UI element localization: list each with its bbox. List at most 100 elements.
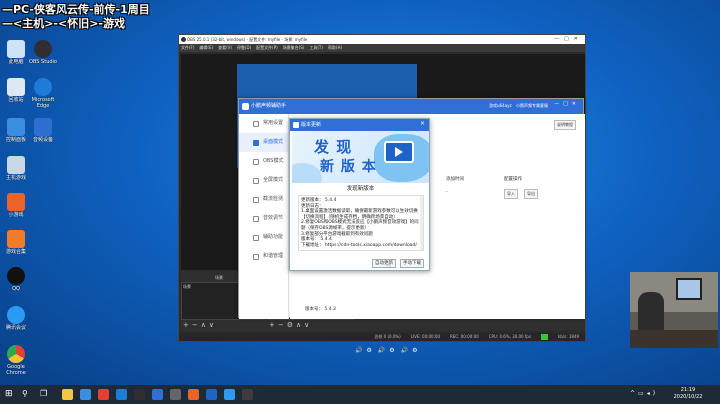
webcam-feed	[630, 272, 718, 348]
taskbar: ⊞ ⚲ ❐ ^▭◂) 21:19 2020/10/22	[0, 385, 720, 404]
menu-view[interactable]: 查看(V)	[218, 44, 232, 52]
game-icon	[7, 193, 25, 211]
account-name[interactable]: 游戏u64ayz	[489, 103, 512, 109]
changelog-scrollbar[interactable]	[420, 196, 423, 250]
gear-icon[interactable]: ⚙	[366, 347, 371, 354]
changelog[interactable]: 更新版本： 5.4.4 更新日志： 1.桌面设置激活数据读取，确保最新游戏参数可…	[298, 195, 424, 251]
sources-toolbar[interactable]: +−⚙∧∨	[269, 321, 312, 329]
column-add-time: 添加时间	[446, 177, 464, 182]
update-dialog: 版本更新 × 发 现 新 版 本 发现新版本 更新版本： 5.4.4 更新日志：…	[289, 118, 430, 271]
tutorial-button[interactable]: 说明教程	[554, 120, 576, 130]
app-logo-icon	[242, 103, 249, 110]
taskbar-app-icon[interactable]	[188, 389, 199, 400]
search-icon[interactable]: ⚲	[22, 389, 28, 398]
dropped-frames: 丢帧 0 (0.0%)	[374, 334, 401, 339]
overlay-line-2: —<主机>-<怀旧>-游戏	[2, 17, 125, 30]
obs-icon	[34, 40, 52, 58]
import-button[interactable]: 导入	[504, 189, 518, 199]
gear-icon[interactable]: ⚙	[389, 347, 394, 354]
app-sidebar: 常用设置 桌面模式 OBS模式 全屏模式 截流检测 音效调节 辅助功能 和谐管理	[239, 114, 289, 319]
desktop-icon-obs[interactable]: OBS Studio	[27, 40, 59, 65]
windows-start-icon[interactable]: ⊞	[5, 389, 13, 399]
chrome-icon	[7, 345, 25, 363]
obs-icon[interactable]	[134, 389, 145, 400]
menu-scene-collection[interactable]: 场景集合(S)	[283, 44, 305, 52]
hand-cursor-icon: ☝	[386, 261, 391, 270]
overlay-line-1: —PC-侠客风云传-前传-1周目	[2, 3, 150, 16]
nav-harmony[interactable]: 和谐管理	[239, 247, 288, 266]
nav-audio-adjust[interactable]: 音效调节	[239, 209, 288, 228]
nav-fullscreen-mode[interactable]: 全屏模式	[239, 171, 288, 190]
menu-help[interactable]: 帮助(H)	[328, 44, 342, 52]
menu-dock[interactable]: 停靠(D)	[237, 44, 251, 52]
window-controls[interactable]: —□✕	[554, 101, 580, 107]
obs-titlebar: OBS 25.0.1 (32-bit, windows) - 配置文件: myf…	[179, 35, 585, 44]
desktop-icon-audio[interactable]: 音频设备	[27, 118, 59, 143]
detect-icon	[253, 197, 259, 203]
close-icon[interactable]: ×	[420, 120, 425, 127]
app-title: 小鹅声频辅助手	[251, 103, 287, 109]
row-add-time: -	[446, 190, 448, 195]
desktop-icon-qq[interactable]: QQ	[0, 267, 32, 292]
banner-decoration	[292, 163, 322, 183]
update-banner: 发 现 新 版 本	[292, 131, 429, 183]
export-button[interactable]: 导出	[524, 189, 538, 199]
webcam-desk	[630, 330, 718, 348]
desktop-icon-meeting[interactable]: 腾讯会议	[0, 306, 32, 331]
menu-edit[interactable]: 编辑(E)	[199, 44, 213, 52]
tools-icon	[253, 235, 259, 241]
scenes-toolbar[interactable]: +−∧∨	[183, 321, 217, 329]
taskbar-app-icon[interactable]	[206, 389, 217, 400]
dialog-titlebar: 版本更新 ×	[290, 119, 429, 131]
customer-service-link[interactable]: 小鹅声频专属客服	[516, 103, 548, 109]
cpu-usage: CPU: 0.6%, 30.00 fps	[488, 334, 531, 339]
system-tray[interactable]: ^▭◂)	[630, 390, 658, 397]
taskbar-app-icon[interactable]	[80, 389, 91, 400]
nav-assist[interactable]: 辅助功能	[239, 228, 288, 247]
taskbar-app-icon[interactable]	[98, 389, 109, 400]
manual-download-button[interactable]: 手动下载	[400, 259, 424, 268]
desktop-icon-chrome[interactable]: Google Chrome	[0, 345, 32, 376]
taskbar-app-icon[interactable]	[224, 389, 235, 400]
window-controls[interactable]: —□✕	[554, 35, 583, 44]
desktop-icon-mini-game[interactable]: 小游戏	[0, 193, 32, 218]
nav-desktop-mode[interactable]: 桌面模式	[239, 133, 288, 152]
app-titlebar: 小鹅声频辅助手 游戏u64ayz 小鹅声频专属客服 —□✕	[239, 99, 583, 114]
auto-update-button[interactable]: 自动更新	[372, 259, 396, 268]
menu-profile[interactable]: 配置文件(P)	[256, 44, 278, 52]
bitrate: kb/s: 1849	[557, 334, 579, 339]
desktop-icon-game-collection[interactable]: 游戏合集	[0, 230, 32, 255]
changelog-line: 2.修复OBS和OBS模式无法反应【小鹅声频音效游戏】的问题（保存OBS源帧率，…	[301, 220, 419, 231]
nav-common-settings[interactable]: 常用设置	[239, 114, 288, 133]
speaker-icon[interactable]: 🔊	[355, 347, 362, 354]
clock[interactable]: 21:19 2020/10/22	[668, 387, 708, 401]
obs-logo-icon	[181, 37, 186, 42]
rec-timer: REC: 00:00:00	[450, 334, 479, 339]
obs-title: OBS 25.0.1 (32-bit, windows) - 配置文件: myf…	[187, 37, 308, 42]
menu-tools[interactable]: 工具(T)	[309, 44, 323, 52]
edge-icon	[34, 78, 52, 96]
cloud-icon	[7, 306, 25, 324]
task-view-icon[interactable]: ❐	[40, 389, 47, 398]
desktop-icon-edge[interactable]: Microsoft Edge	[27, 78, 59, 109]
speaker-icon[interactable]: 🔊	[378, 347, 385, 354]
taskbar-app-icon[interactable]	[242, 389, 253, 400]
speaker-icon[interactable]: 🔊	[401, 347, 408, 354]
nav-capture-detect[interactable]: 截流检测	[239, 190, 288, 209]
audio-helper-icon[interactable]	[152, 389, 163, 400]
menu-file[interactable]: 文件(F)	[181, 44, 194, 52]
gear-icon[interactable]: ⚙	[412, 347, 417, 354]
taskbar-app-icon[interactable]	[170, 389, 181, 400]
monitor-icon	[253, 140, 259, 146]
webcam-monitor	[676, 278, 702, 300]
clock-time: 21:19	[680, 387, 696, 393]
edge-icon[interactable]	[116, 389, 127, 400]
folder-icon	[7, 156, 25, 174]
nav-obs-mode[interactable]: OBS模式	[239, 152, 288, 171]
desktop-icon-games[interactable]: 主机游戏	[0, 156, 32, 181]
scene-item[interactable]: 场景	[183, 284, 191, 289]
explorer-icon[interactable]	[62, 389, 73, 400]
changelog-line: 下载地址： https://cdn-tools.xiaoapp.com/down…	[301, 242, 417, 248]
recycle-bin-icon	[7, 78, 25, 96]
obs-icon	[253, 159, 259, 165]
